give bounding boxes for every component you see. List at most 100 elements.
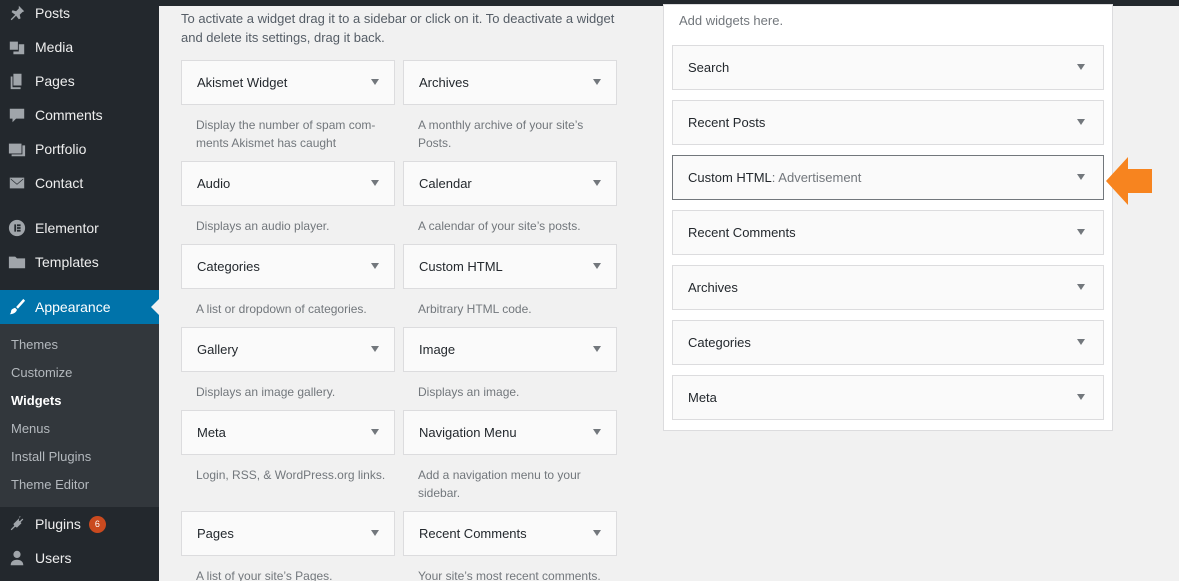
submenu-item-theme-editor[interactable]: Theme Editor xyxy=(11,475,89,495)
menu-item-label: Users xyxy=(35,550,72,566)
submenu-item-install-plugins[interactable]: Install Plugins xyxy=(11,447,91,467)
menu-item-label: Media xyxy=(35,39,74,55)
pages-icon xyxy=(7,71,27,91)
widget-akismet[interactable]: Akismet Widget xyxy=(181,60,395,105)
widget-title: Gallery xyxy=(197,342,239,357)
chevron-down-icon[interactable] xyxy=(1077,174,1085,180)
chevron-down-icon[interactable] xyxy=(1077,284,1085,290)
chevron-down-icon[interactable] xyxy=(1077,229,1085,235)
widget-title-text: Search xyxy=(688,60,730,75)
widget-title: Recent Posts xyxy=(688,101,765,144)
widget-title-text: Custom HTML xyxy=(688,170,772,185)
widget-title: Akismet Widget xyxy=(197,75,288,90)
sidebar-widget-recent-comments[interactable]: Recent Comments xyxy=(672,210,1104,255)
widget-title: Categories xyxy=(688,321,751,364)
widget-description: Your site’s most recent comments. xyxy=(418,569,601,581)
menu-item-elementor[interactable]: Elementor xyxy=(0,211,159,245)
widget-audio[interactable]: Audio xyxy=(181,161,395,206)
menu-item-appearance[interactable]: Appearance xyxy=(0,290,159,324)
admin-menu: Posts Media Pages Comments Portfolio Con… xyxy=(0,0,159,581)
widget-archives[interactable]: Archives xyxy=(403,60,617,105)
chevron-down-icon[interactable] xyxy=(593,263,601,269)
chevron-down-icon[interactable] xyxy=(1077,339,1085,345)
chevron-down-icon[interactable] xyxy=(1077,394,1085,400)
submenu-item-customize[interactable]: Customize xyxy=(11,363,72,383)
chevron-down-icon[interactable] xyxy=(593,346,601,352)
widget-title: Pages xyxy=(197,526,234,541)
widget-description: A list or dropdown of categories. xyxy=(196,302,367,316)
chevron-down-icon[interactable] xyxy=(1077,64,1085,70)
widget-description: Arbitrary HTML code. xyxy=(418,302,532,316)
widget-pages[interactable]: Pages xyxy=(181,511,395,556)
available-widgets-description: To activate a widget drag it to a sideba… xyxy=(181,11,615,45)
menu-item-media[interactable]: Media xyxy=(0,30,159,64)
elementor-icon xyxy=(7,218,27,238)
widget-description: Login, RSS, & WordPress.org links. xyxy=(196,468,386,482)
plugin-update-badge: 6 xyxy=(88,515,106,533)
widget-description: Display the number of spam com- ments Ak… xyxy=(196,118,376,150)
widget-categories[interactable]: Categories xyxy=(181,244,395,289)
pin-icon xyxy=(7,3,27,23)
widget-title: Navigation Menu xyxy=(419,425,517,440)
widget-title: Meta xyxy=(688,376,717,419)
sidebar-widget-recent-posts[interactable]: Recent Posts xyxy=(672,100,1104,145)
submenu-item-themes[interactable]: Themes xyxy=(11,335,58,355)
menu-item-label: Pages xyxy=(35,73,75,89)
menu-item-contact[interactable]: Contact xyxy=(0,166,159,200)
widget-recent-comments[interactable]: Recent Comments xyxy=(403,511,617,556)
menu-item-label: Appearance xyxy=(35,299,111,315)
comments-icon xyxy=(7,105,27,125)
widget-description: Displays an image gallery. xyxy=(196,385,336,399)
menu-item-portfolio[interactable]: Portfolio xyxy=(0,132,159,166)
menu-item-pages[interactable]: Pages xyxy=(0,64,159,98)
menu-item-posts[interactable]: Posts xyxy=(0,0,159,30)
widget-navigation-menu[interactable]: Navigation Menu xyxy=(403,410,617,455)
current-menu-arrow xyxy=(151,299,159,315)
sidebar-widget-archives[interactable]: Archives xyxy=(672,265,1104,310)
sidebar-widget-meta[interactable]: Meta xyxy=(672,375,1104,420)
widget-title: Search xyxy=(688,46,729,89)
appearance-submenu: Themes Customize Widgets Menus Install P… xyxy=(0,324,159,507)
widget-title: Archives xyxy=(688,266,738,309)
widget-title: Custom HTML xyxy=(419,259,503,274)
chevron-down-icon[interactable] xyxy=(593,79,601,85)
widget-title: Archives xyxy=(419,75,469,90)
widget-title-text: Recent Posts xyxy=(688,115,766,130)
widget-title-text: Archives xyxy=(688,280,738,295)
chevron-down-icon[interactable] xyxy=(371,429,379,435)
menu-item-label: Comments xyxy=(35,107,103,123)
widget-custom-html[interactable]: Custom HTML xyxy=(403,244,617,289)
chevron-down-icon[interactable] xyxy=(371,346,379,352)
widget-calendar[interactable]: Calendar xyxy=(403,161,617,206)
widget-title: Recent Comments xyxy=(419,526,527,541)
chevron-down-icon[interactable] xyxy=(371,180,379,186)
widget-gallery[interactable]: Gallery xyxy=(181,327,395,372)
widget-title: Calendar xyxy=(419,176,472,191)
menu-item-plugins[interactable]: Plugins 6 xyxy=(0,507,159,541)
chevron-down-icon[interactable] xyxy=(371,530,379,536)
widget-title-text: Recent Comments xyxy=(688,225,796,240)
sidebar-widget-custom-html[interactable]: Custom HTML: Advertisement xyxy=(672,155,1104,200)
widget-meta[interactable]: Meta xyxy=(181,410,395,455)
chevron-down-icon[interactable] xyxy=(371,79,379,85)
menu-item-label: Portfolio xyxy=(35,141,87,157)
widget-title: Custom HTML: Advertisement xyxy=(688,156,861,199)
submenu-item-menus[interactable]: Menus xyxy=(11,419,50,439)
folder-icon xyxy=(7,252,27,272)
menu-item-comments[interactable]: Comments xyxy=(0,98,159,132)
sidebar-widget-categories[interactable]: Categories xyxy=(672,320,1104,365)
chevron-down-icon[interactable] xyxy=(593,180,601,186)
widget-title: Audio xyxy=(197,176,231,191)
chevron-down-icon[interactable] xyxy=(371,263,379,269)
chevron-down-icon[interactable] xyxy=(593,429,601,435)
chevron-down-icon[interactable] xyxy=(593,530,601,536)
widget-image[interactable]: Image xyxy=(403,327,617,372)
menu-item-templates[interactable]: Templates xyxy=(0,245,159,279)
widget-title-text: Meta xyxy=(688,390,717,405)
sidebar-widget-search[interactable]: Search xyxy=(672,45,1104,90)
menu-item-users[interactable]: Users xyxy=(0,541,159,575)
user-icon xyxy=(7,548,27,568)
plug-icon xyxy=(7,514,27,534)
chevron-down-icon[interactable] xyxy=(1077,119,1085,125)
submenu-item-widgets[interactable]: Widgets xyxy=(11,391,61,411)
